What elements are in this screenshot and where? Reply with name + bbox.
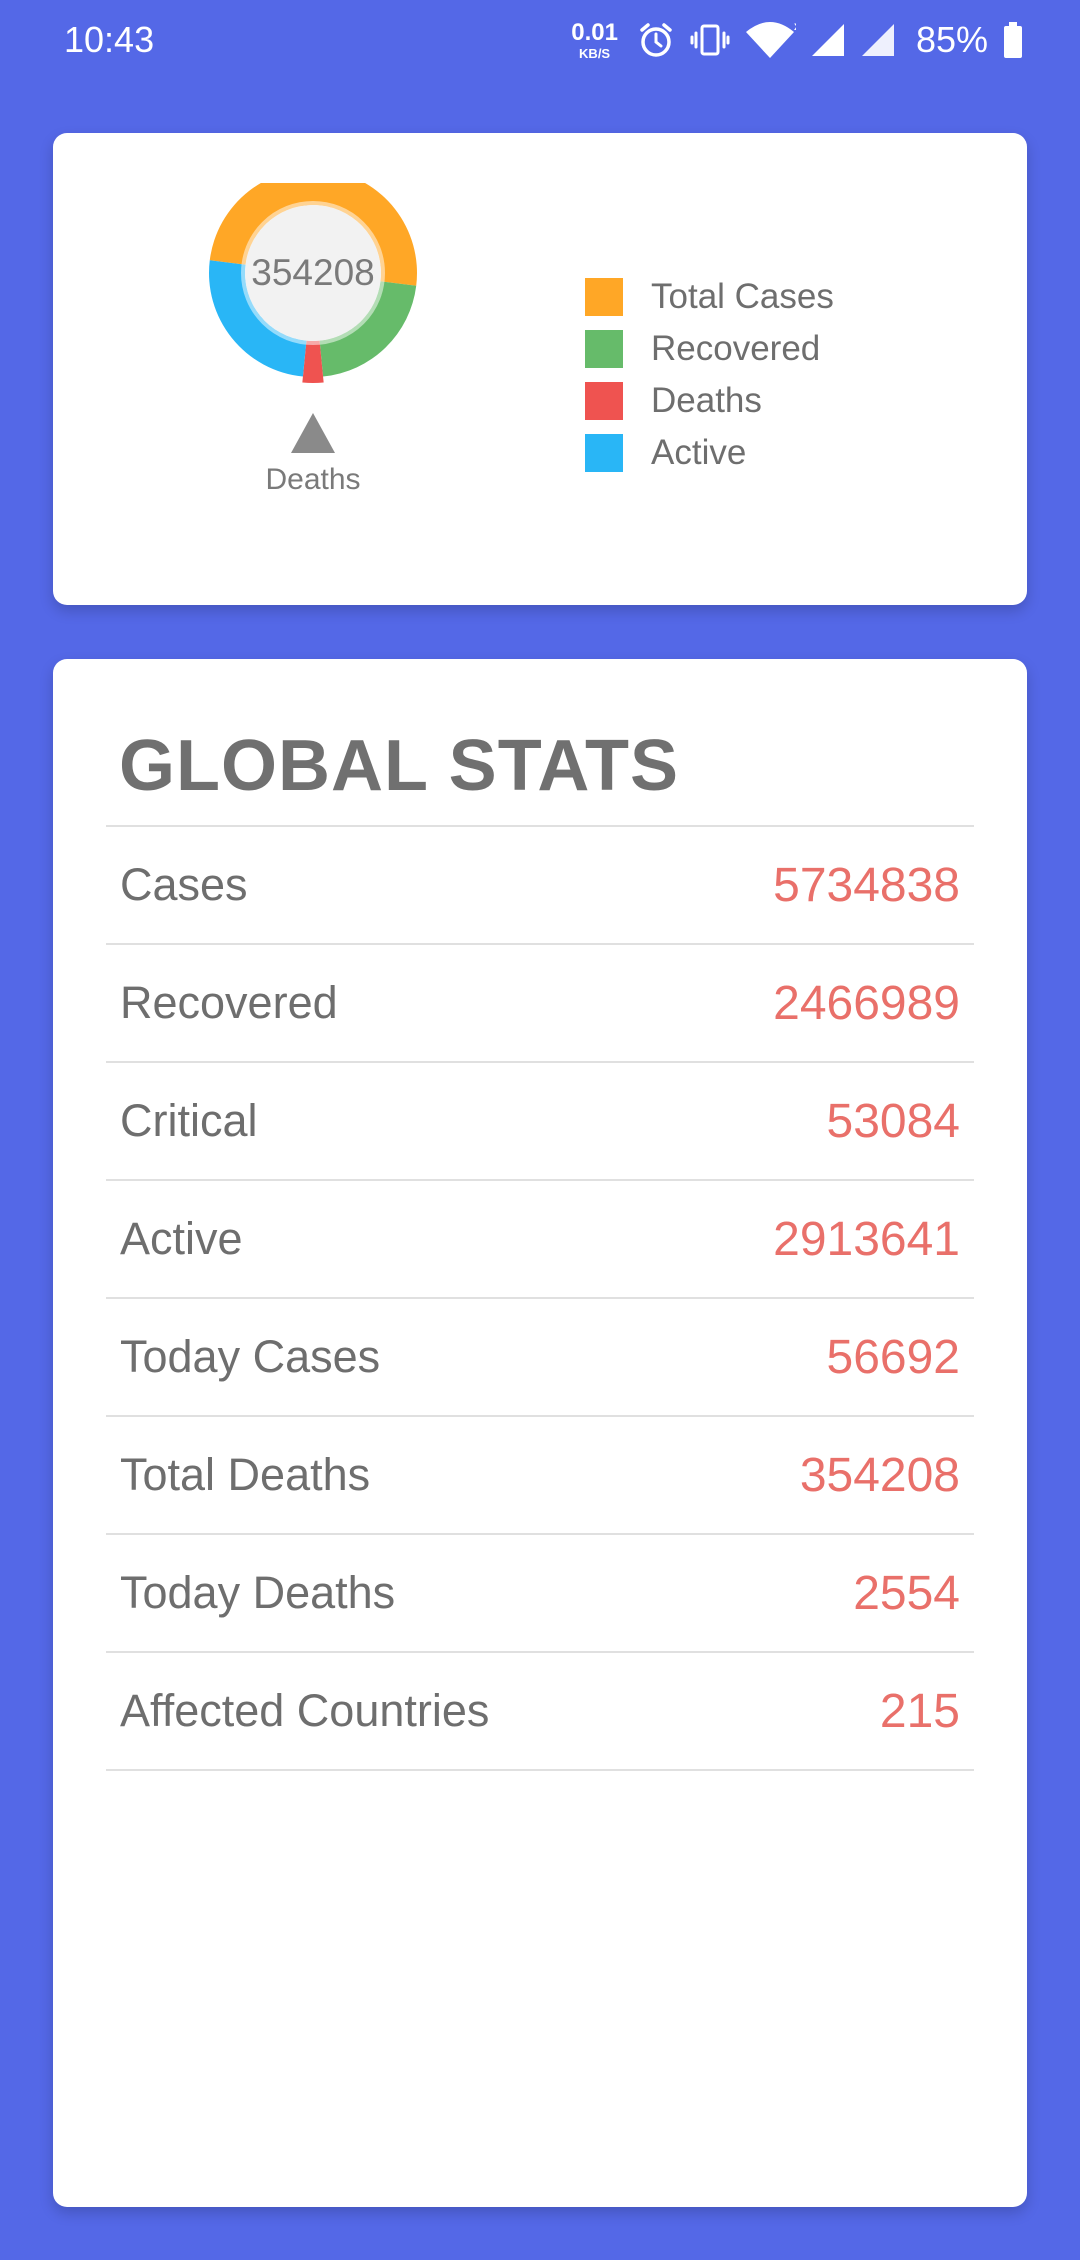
stat-row-today-cases: Today Cases 56692 — [106, 1299, 974, 1417]
legend-swatch — [585, 278, 623, 316]
stat-row-cases: Cases 5734838 — [106, 827, 974, 945]
legend-swatch — [585, 382, 623, 420]
legend-label: Recovered — [651, 329, 821, 368]
legend-item-active: Active — [585, 427, 834, 479]
stat-row-today-deaths: Today Deaths 2554 — [106, 1535, 974, 1653]
stat-label: Cases — [120, 859, 248, 910]
stat-value: 56692 — [826, 1330, 960, 1384]
stat-value: 354208 — [799, 1448, 960, 1502]
wifi-icon: x — [744, 20, 796, 60]
battery-percentage: 85% — [915, 19, 988, 60]
stat-value: 215 — [879, 1684, 960, 1738]
legend-label: Deaths — [651, 381, 762, 420]
legend-item-total-cases: Total Cases — [585, 271, 834, 323]
svg-text:x: x — [794, 20, 796, 33]
status-bar: 10:43 0.01 KB/S x — [0, 0, 1080, 80]
chart-legend: Total Cases Recovered Deaths Active — [585, 271, 834, 479]
network-speed-value: 0.01 — [571, 18, 618, 46]
stat-value: 5734838 — [773, 858, 960, 912]
stat-row-critical: Critical 53084 — [106, 1063, 974, 1181]
status-icons: 0.01 KB/S x — [571, 14, 1024, 66]
stat-label: Affected Countries — [120, 1685, 490, 1736]
selected-slice-label: Deaths — [265, 463, 361, 496]
legend-label: Total Cases — [651, 277, 834, 316]
global-stats-card: GLOBAL STATS Cases 5734838 Recovered 246… — [53, 659, 1027, 2207]
legend-item-recovered: Recovered — [585, 323, 834, 375]
stat-value: 2466989 — [773, 976, 960, 1030]
stat-label: Recovered — [120, 977, 338, 1028]
legend-label: Active — [651, 433, 747, 472]
alarm-icon — [636, 20, 676, 60]
signal-icon — [860, 22, 896, 58]
vibrate-icon — [690, 20, 730, 60]
stat-row-total-deaths: Total Deaths 354208 — [106, 1417, 974, 1535]
chart-card: 354208 Deaths Total Cases Recovered Deat… — [53, 133, 1027, 605]
stat-label: Active — [120, 1213, 243, 1264]
status-time: 10:43 — [64, 19, 155, 60]
legend-swatch — [585, 434, 623, 472]
donut-center-value: 354208 — [251, 252, 375, 293]
stats-table: Cases 5734838 Recovered 2466989 Critical… — [106, 825, 974, 1771]
donut-chart[interactable]: 354208 — [203, 169, 423, 403]
signal-icon — [810, 22, 846, 58]
stat-row-active: Active 2913641 — [106, 1181, 974, 1299]
legend-item-deaths: Deaths — [585, 375, 834, 427]
stat-label: Today Cases — [120, 1331, 381, 1382]
stat-value: 53084 — [826, 1094, 960, 1148]
network-speed-unit: KB/S — [579, 45, 611, 61]
stat-row-affected-countries: Affected Countries 215 — [106, 1653, 974, 1771]
stat-value: 2913641 — [773, 1212, 960, 1266]
stat-label: Today Deaths — [120, 1567, 396, 1618]
stats-title: GLOBAL STATS — [119, 726, 679, 806]
battery-icon — [1002, 20, 1024, 60]
stat-value: 2554 — [853, 1566, 960, 1620]
stat-label: Critical — [120, 1095, 258, 1146]
selected-slice-pointer-icon — [291, 413, 335, 453]
stat-row-recovered: Recovered 2466989 — [106, 945, 974, 1063]
network-speed: 0.01 KB/S — [571, 18, 618, 61]
stat-label: Total Deaths — [120, 1449, 371, 1500]
legend-swatch — [585, 330, 623, 368]
